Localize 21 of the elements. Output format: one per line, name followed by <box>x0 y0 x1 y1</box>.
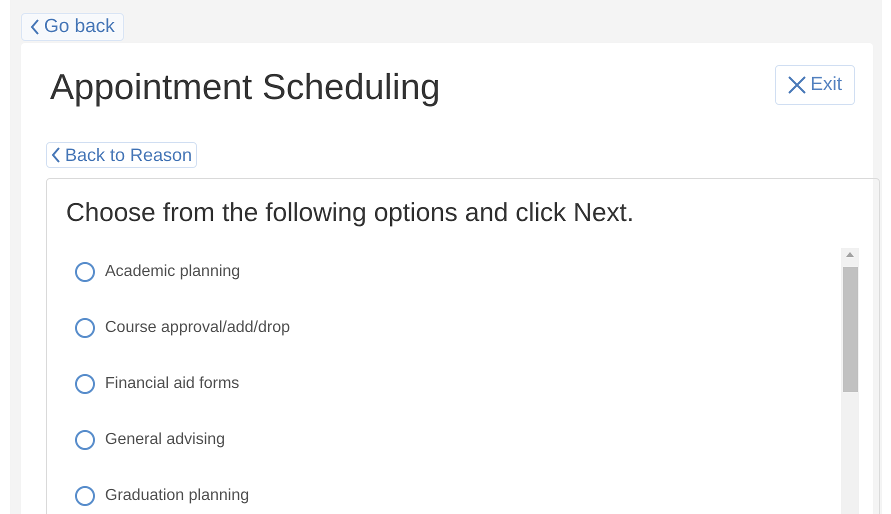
go-back-button[interactable]: Go back <box>21 13 124 41</box>
radio-button[interactable] <box>75 318 95 338</box>
option-label[interactable]: Graduation planning <box>105 484 250 508</box>
exit-button[interactable]: Exit <box>775 65 855 105</box>
option-label[interactable]: Academic planning <box>105 260 240 284</box>
chevron-left-icon <box>51 147 61 163</box>
scroll-up-icon[interactable] <box>846 252 854 257</box>
option-label[interactable]: General advising <box>105 428 226 452</box>
radio-button[interactable] <box>75 374 95 394</box>
scrollbar-thumb[interactable] <box>842 267 858 392</box>
page-title: Appointment Scheduling <box>49 65 440 109</box>
close-icon <box>788 76 806 94</box>
back-to-reason-button[interactable]: Back to Reason <box>46 142 198 168</box>
radio-button[interactable] <box>75 430 95 450</box>
radio-button[interactable] <box>75 262 95 282</box>
option-label[interactable]: Financial aid forms <box>105 372 240 396</box>
chevron-left-icon <box>30 19 40 35</box>
scrollbar[interactable] <box>841 248 859 514</box>
option-label[interactable]: Course approval/add/drop <box>105 316 290 340</box>
question-text: Choose from the following options and click Next. <box>66 196 635 229</box>
radio-button[interactable] <box>75 486 95 506</box>
